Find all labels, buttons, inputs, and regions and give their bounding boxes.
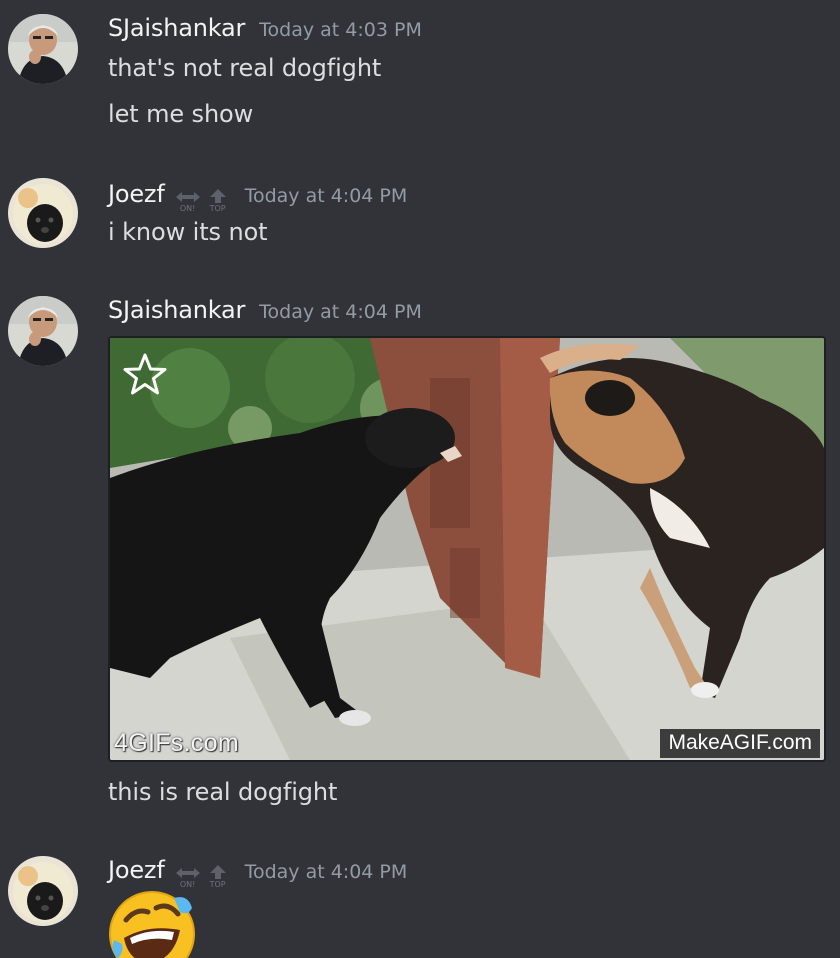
badge-label: TOP xyxy=(209,880,226,889)
message-header: Joezf ON! TOP Today at 4:04 PM xyxy=(108,856,408,889)
timestamp[interactable]: Today at 4:03 PM xyxy=(259,19,422,41)
gif-watermark-right: MakeAGIF.com xyxy=(660,729,820,758)
username[interactable]: Joezf xyxy=(108,180,165,208)
message-header: SJaishankar Today at 4:03 PM xyxy=(108,14,422,42)
rolling-on-floor-laughing-emoji[interactable] xyxy=(108,890,196,958)
timestamp[interactable]: Today at 4:04 PM xyxy=(245,185,408,207)
star-icon[interactable] xyxy=(122,352,168,398)
avatar[interactable] xyxy=(8,856,78,926)
message-header: Joezf ON! TOP Today at 4:04 PM xyxy=(108,180,408,213)
avatar[interactable] xyxy=(8,14,78,84)
username[interactable]: Joezf xyxy=(108,856,165,884)
gif-watermark-left: 4GIFs.com xyxy=(114,729,239,757)
avatar-image xyxy=(8,14,78,84)
badge-label: ON! xyxy=(179,204,196,213)
role-badges: ON! TOP xyxy=(175,864,231,889)
up-arrow-icon[interactable]: TOP xyxy=(205,864,231,889)
gif-frame xyxy=(110,338,824,760)
avatar-image xyxy=(8,178,78,248)
message-text: i know its not xyxy=(108,218,268,246)
message-text: that's not real dogfight xyxy=(108,54,382,82)
message-text: this is real dogfight xyxy=(108,778,338,806)
role-badges: ON! TOP xyxy=(175,188,231,213)
timestamp[interactable]: Today at 4:04 PM xyxy=(245,861,408,883)
message-header: SJaishankar Today at 4:04 PM xyxy=(108,296,422,324)
timestamp[interactable]: Today at 4:04 PM xyxy=(259,301,422,323)
swap-arrows-icon[interactable]: ON! xyxy=(175,190,201,213)
message-group: SJaishankar Today at 4:03 PM that's not … xyxy=(0,0,840,150)
badge-label: TOP xyxy=(209,204,226,213)
username[interactable]: SJaishankar xyxy=(108,296,245,324)
avatar-image xyxy=(8,856,78,926)
message-text: let me show xyxy=(108,100,254,128)
up-arrow-icon[interactable]: TOP xyxy=(205,188,231,213)
swap-arrows-icon[interactable]: ON! xyxy=(175,866,201,889)
message-group: Joezf ON! TOP Today at 4:04 PM i know it… xyxy=(0,150,840,290)
username[interactable]: SJaishankar xyxy=(108,14,245,42)
avatar[interactable] xyxy=(8,296,78,366)
gif-attachment[interactable]: 4GIFs.com MakeAGIF.com xyxy=(108,336,826,762)
avatar-image xyxy=(8,296,78,366)
badge-label: ON! xyxy=(179,880,196,889)
avatar[interactable] xyxy=(8,178,78,248)
